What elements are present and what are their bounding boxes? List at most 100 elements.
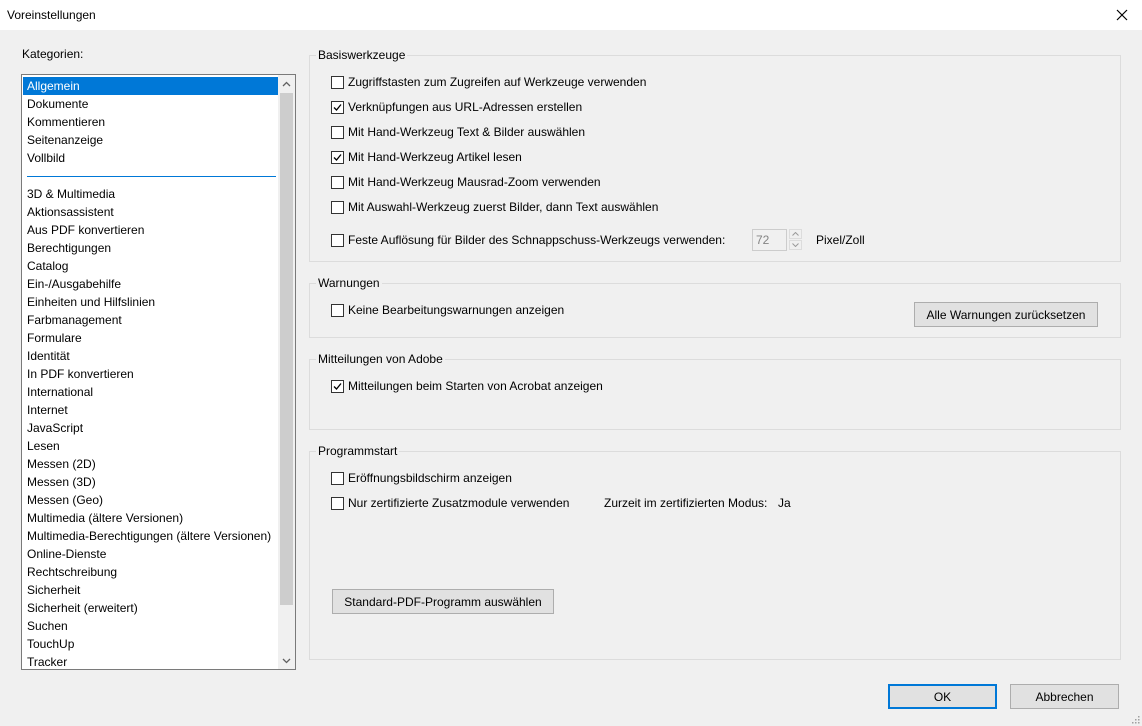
checkbox-hand-artikel[interactable]: Mit Hand-Werkzeug Artikel lesen — [331, 150, 522, 164]
checkbox-box[interactable] — [331, 233, 344, 247]
category-item[interactable]: Catalog — [23, 257, 279, 275]
category-separator — [23, 167, 279, 185]
category-item[interactable]: Farbmanagement — [23, 311, 279, 329]
cert-mode-label: Zurzeit im zertifizierten Modus: — [604, 496, 768, 510]
checkbox-label: Keine Bearbeitungswarnungen anzeigen — [348, 303, 565, 317]
checkbox-eroeffnungsbildschirm[interactable]: Eröffnungsbildschirm anzeigen — [331, 471, 512, 485]
category-item[interactable]: Rechtschreibung — [23, 563, 279, 581]
checkbox-label: Mit Hand-Werkzeug Mausrad-Zoom verwenden — [348, 175, 601, 189]
scroll-down-button[interactable] — [278, 652, 295, 669]
checkbox-feste-aufloesung[interactable]: Feste Auflösung für Bilder des Schnappsc… — [331, 233, 725, 247]
checkbox-box[interactable] — [331, 496, 344, 510]
category-item[interactable]: Vollbild — [23, 149, 279, 167]
category-item[interactable]: Sicherheit — [23, 581, 279, 599]
cert-mode-value: Ja — [778, 496, 791, 510]
category-item[interactable]: Lesen — [23, 437, 279, 455]
warnungen-legend: Warnungen — [316, 276, 382, 290]
checkmark-icon — [333, 153, 342, 161]
checkbox-hand-mausrad-zoom[interactable]: Mit Hand-Werkzeug Mausrad-Zoom verwenden — [331, 175, 601, 189]
category-item[interactable]: Dokumente — [23, 95, 279, 113]
category-item[interactable]: In PDF konvertieren — [23, 365, 279, 383]
checkbox-box[interactable] — [331, 100, 344, 114]
category-item[interactable]: 3D & Multimedia — [23, 185, 279, 203]
close-icon — [1116, 9, 1128, 21]
category-item[interactable]: Aktionsassistent — [23, 203, 279, 221]
mitteilungen-legend: Mitteilungen von Adobe — [316, 352, 445, 366]
checkbox-label: Nur zertifizierte Zusatzmodule verwenden — [348, 496, 570, 510]
category-item[interactable]: Allgemein — [23, 77, 279, 95]
category-item[interactable]: Identität — [23, 347, 279, 365]
checkbox-label: Mit Auswahl-Werkzeug zuerst Bilder, dann… — [348, 200, 659, 214]
checkbox-box[interactable] — [331, 471, 344, 485]
categories-listbox[interactable]: Allgemein Dokumente Kommentieren Seitenanze… — [21, 74, 296, 670]
programmstart-legend: Programmstart — [316, 444, 400, 458]
stepper-up-button[interactable] — [789, 229, 802, 239]
checkbox-mitteilungen-start[interactable]: Mitteilungen beim Starten von Acrobat an… — [331, 379, 603, 393]
category-item[interactable]: Multimedia (ältere Versionen) — [23, 509, 279, 527]
chevron-down-icon — [282, 658, 291, 663]
category-item[interactable]: Ein-/Ausgabehilfe — [23, 275, 279, 293]
checkbox-box[interactable] — [331, 200, 344, 214]
checkbox-label: Mitteilungen beim Starten von Acrobat an… — [348, 379, 603, 393]
window-title: Voreinstellungen — [7, 8, 96, 22]
category-item[interactable]: Seitenanzeige — [23, 131, 279, 149]
default-pdf-button[interactable]: Standard-PDF-Programm auswählen — [332, 589, 554, 614]
chevron-up-icon — [282, 81, 291, 86]
reset-warnings-button[interactable]: Alle Warnungen zurücksetzen — [914, 302, 1098, 327]
mitteilungen-group — [309, 359, 1121, 430]
chevron-down-icon — [792, 243, 799, 247]
checkbox-box[interactable] — [331, 125, 344, 139]
resize-grip-icon[interactable] — [1130, 714, 1140, 724]
checkbox-label: Eröffnungsbildschirm anzeigen — [348, 471, 512, 485]
basiswerkzeuge-legend: Basiswerkzeuge — [316, 48, 408, 62]
category-item[interactable]: Einheiten und Hilfslinien — [23, 293, 279, 311]
category-item[interactable]: Online-Dienste — [23, 545, 279, 563]
scroll-up-button[interactable] — [278, 75, 295, 92]
category-item[interactable]: Berechtigungen — [23, 239, 279, 257]
checkbox-box[interactable] — [331, 303, 344, 317]
category-item[interactable]: Messen (Geo) — [23, 491, 279, 509]
checkbox-label: Mit Hand-Werkzeug Text & Bilder auswähle… — [348, 125, 585, 139]
resolution-unit: Pixel/Zoll — [816, 233, 865, 247]
category-item[interactable]: Sicherheit (erweitert) — [23, 599, 279, 617]
checkbox-label: Feste Auflösung für Bilder des Schnappsc… — [348, 233, 726, 247]
categories-label: Kategorien: — [22, 47, 84, 61]
checkbox-box[interactable] — [331, 379, 344, 393]
resolution-input[interactable]: 72 — [752, 229, 787, 251]
checkbox-box[interactable] — [331, 150, 344, 164]
close-button[interactable] — [1108, 2, 1136, 28]
checkmark-icon — [333, 382, 342, 390]
categories-list: Allgemein Dokumente Kommentieren Seitenanze… — [23, 77, 279, 669]
checkbox-auswahl-bilder-text[interactable]: Mit Auswahl-Werkzeug zuerst Bilder, dann… — [331, 200, 658, 214]
checkbox-zertifizierte-module[interactable]: Nur zertifizierte Zusatzmodule verwenden — [331, 496, 569, 510]
category-item[interactable]: Aus PDF konvertieren — [23, 221, 279, 239]
checkmark-icon — [333, 103, 342, 111]
resolution-stepper[interactable]: 72 — [752, 229, 802, 251]
checkbox-box[interactable] — [331, 175, 344, 189]
checkbox-hand-text-bilder[interactable]: Mit Hand-Werkzeug Text & Bilder auswähle… — [331, 125, 585, 139]
scroll-thumb[interactable] — [280, 93, 293, 605]
categories-scrollbar[interactable] — [278, 75, 295, 669]
category-item[interactable]: Messen (3D) — [23, 473, 279, 491]
checkbox-url-verknuepfungen[interactable]: Verknüpfungen aus URL-Adressen erstellen — [331, 100, 582, 114]
category-item[interactable]: Tracker — [23, 653, 279, 669]
checkbox-label: Mit Hand-Werkzeug Artikel lesen — [348, 150, 522, 164]
stepper-down-button[interactable] — [789, 240, 802, 250]
category-item[interactable]: Formulare — [23, 329, 279, 347]
cancel-button[interactable]: Abbrechen — [1010, 684, 1119, 709]
checkbox-label: Verknüpfungen aus URL-Adressen erstellen — [348, 100, 583, 114]
category-item[interactable]: Internet — [23, 401, 279, 419]
category-item[interactable]: TouchUp — [23, 635, 279, 653]
checkbox-box[interactable] — [331, 75, 344, 89]
category-item[interactable]: International — [23, 383, 279, 401]
category-item[interactable]: Suchen — [23, 617, 279, 635]
ok-button[interactable]: OK — [888, 684, 997, 709]
category-item[interactable]: Multimedia-Berechtigungen (ältere Versio… — [23, 527, 279, 545]
category-item[interactable]: JavaScript — [23, 419, 279, 437]
category-item[interactable]: Kommentieren — [23, 113, 279, 131]
checkbox-zugriffstasten[interactable]: Zugriffstasten zum Zugreifen auf Werkzeu… — [331, 75, 646, 89]
checkbox-label: Zugriffstasten zum Zugreifen auf Werkzeu… — [348, 75, 647, 89]
category-item[interactable]: Messen (2D) — [23, 455, 279, 473]
chevron-up-icon — [792, 232, 799, 236]
checkbox-keine-warnungen[interactable]: Keine Bearbeitungswarnungen anzeigen — [331, 303, 564, 317]
